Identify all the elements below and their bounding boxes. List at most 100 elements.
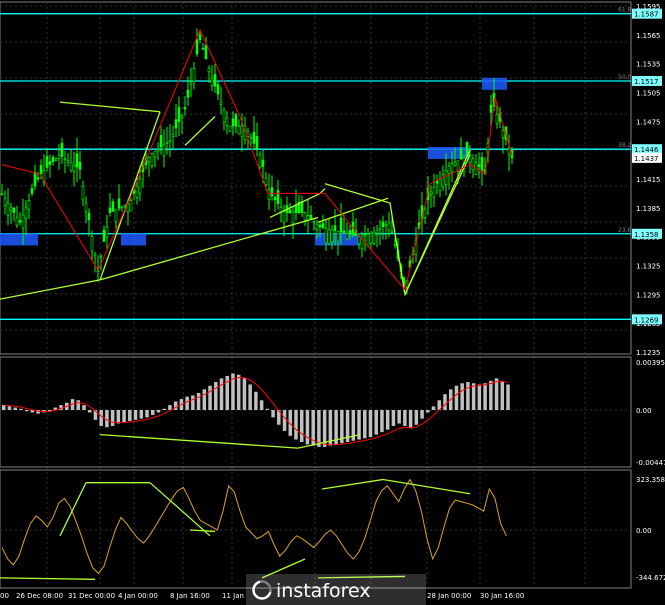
macd-bar <box>431 406 436 410</box>
candle-body <box>54 158 58 161</box>
macd-bar <box>500 380 505 410</box>
macd-bar <box>191 395 195 410</box>
macd-tick-label: 0.00 <box>636 407 652 415</box>
macd-bar <box>368 410 373 438</box>
candle-body <box>162 144 166 157</box>
fib-level-label: 23.6 <box>618 227 632 234</box>
price-tick-label: 1.1295 <box>636 291 661 299</box>
candle-body <box>204 45 208 60</box>
macd-bar <box>363 410 367 439</box>
candle-body <box>480 157 484 171</box>
candle-body <box>39 165 43 174</box>
candle-body <box>381 221 385 228</box>
candle-body <box>339 217 343 233</box>
macd-bar <box>483 383 487 410</box>
candle-body <box>18 220 22 223</box>
candle-body <box>315 223 319 230</box>
candle-body <box>228 125 232 132</box>
candle-body <box>240 125 244 138</box>
candle-body <box>30 188 34 194</box>
candle-body <box>138 178 142 194</box>
macd-bar <box>391 410 396 426</box>
candle-body <box>231 118 235 127</box>
macd-bar <box>122 410 126 423</box>
fib-level-label: 50.0 <box>618 74 632 81</box>
macd-bar <box>471 383 476 410</box>
candle-body <box>249 137 253 139</box>
candle-body <box>111 201 115 212</box>
candle-body <box>6 202 10 216</box>
candle-body <box>87 212 91 221</box>
candle-body <box>489 104 493 113</box>
candle-body <box>252 131 256 144</box>
macd-bar <box>116 410 121 424</box>
candle-body <box>159 135 163 148</box>
macd-bar <box>76 400 80 410</box>
candle-body <box>471 158 475 171</box>
candle-body <box>327 228 331 244</box>
candle-body <box>48 161 52 165</box>
candle-body <box>258 154 262 168</box>
macd-bar <box>2 405 6 410</box>
macd-bar <box>196 392 201 410</box>
candle-body <box>213 74 217 87</box>
candle-body <box>72 164 76 172</box>
candle-body <box>387 222 391 231</box>
candle-body <box>306 215 310 221</box>
candle-body <box>453 161 457 166</box>
candle-body <box>432 187 436 198</box>
macd-bar <box>150 410 155 415</box>
candle-body <box>270 187 274 197</box>
candle-body <box>78 161 82 170</box>
candle-body <box>477 164 481 167</box>
time-tick-label: 8 Jan 16:00 <box>170 592 210 600</box>
macd-bar <box>145 410 149 418</box>
candle-body <box>507 148 511 155</box>
candle-body <box>357 236 361 245</box>
time-tick-label: 30 Jan 16:00 <box>480 592 524 600</box>
macd-bar <box>110 410 115 426</box>
macd-bar <box>139 410 144 419</box>
candle-body <box>303 212 307 221</box>
candle-body <box>276 190 280 204</box>
price-tick-label: 1.1385 <box>636 205 661 213</box>
zone-box <box>0 233 38 246</box>
time-tick-label: 31 Dec 00:00 <box>68 592 115 600</box>
zone-box <box>121 233 146 246</box>
fib-level-label: 61.8 <box>618 7 632 14</box>
macd-bar <box>420 410 424 419</box>
candle-body <box>177 107 181 122</box>
macd-bar <box>219 378 224 410</box>
candle-body <box>495 113 499 124</box>
candle-body <box>255 136 259 150</box>
macd-bar <box>214 382 218 410</box>
cci-tick-label: 0.00 <box>636 527 652 535</box>
candle-body <box>261 159 265 167</box>
candle-body <box>378 228 382 231</box>
candle-body <box>66 160 70 163</box>
macd-bar <box>133 410 138 420</box>
candle-body <box>450 163 454 172</box>
macd-bar <box>173 401 178 410</box>
candle-body <box>447 165 451 174</box>
time-tick-label: 4 Jan 00:00 <box>118 592 158 600</box>
fib-level-label: 38.2 <box>618 142 632 149</box>
candle-body <box>165 142 169 145</box>
candle-body <box>3 197 7 206</box>
macd-bar <box>466 382 470 410</box>
macd-bar <box>408 410 413 429</box>
time-tick-label: 11 Jan <box>222 592 244 600</box>
candle-body <box>366 233 370 247</box>
macd-bar <box>454 385 459 410</box>
candle-body <box>441 174 445 187</box>
candle-body <box>429 191 433 195</box>
chart-canvas: 61.850.038.223.6 1.15951.15651.15351.150… <box>0 0 665 605</box>
candle-body <box>21 214 25 229</box>
time-tick-label: 26 Dec 08:00 <box>16 592 63 600</box>
candle-body <box>384 224 388 227</box>
macd-bar <box>374 410 378 435</box>
candle-body <box>105 226 109 238</box>
macd-bar <box>162 408 166 410</box>
macd-bar <box>7 406 12 410</box>
candle-body <box>174 119 178 129</box>
